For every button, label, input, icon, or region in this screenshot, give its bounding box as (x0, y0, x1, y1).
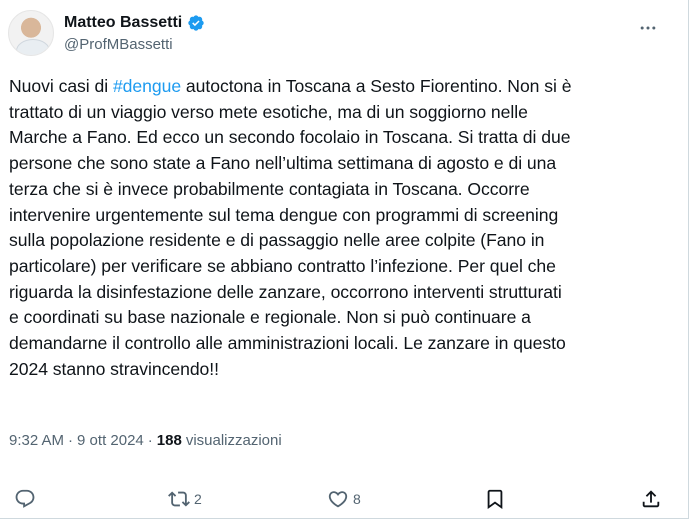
tweet-line: particolare) per verificare se abbiano c… (9, 255, 556, 276)
share-button[interactable] (640, 484, 662, 514)
tweet-line: 2024 stanno stravincendo!! (9, 358, 219, 379)
tweet-line: Marche a Fano. Ed ecco un secondo focola… (9, 127, 571, 148)
reply-icon (14, 488, 36, 510)
tweet-line: terza che si è invece probabilmente cont… (9, 178, 530, 199)
like-count: 8 (353, 491, 361, 507)
share-icon (640, 488, 662, 510)
tweet-time[interactable]: 9:32 AM (9, 431, 64, 451)
tweet-line: sulla popolazione residente e di passagg… (9, 230, 545, 251)
tweet-card: Matteo Bassetti @ProfMBassetti Nuovi cas… (0, 0, 689, 519)
tweet-line: e coordinati su base nazionale e regiona… (9, 307, 531, 328)
verified-badge-icon (187, 14, 205, 32)
tweet-line: persone che sono state a Fano nell’ultim… (9, 153, 557, 174)
views-label: visualizzazioni (185, 432, 282, 449)
retweet-count: 2 (194, 491, 202, 507)
action-bar: 2 8 (0, 484, 689, 514)
hashtag-link[interactable]: #dengue (113, 76, 181, 96)
tweet-text: Nuovi casi di #dengue autoctona in Tosca… (9, 74, 669, 382)
author-display-name[interactable]: Matteo Bassetti (64, 13, 182, 33)
tweet-date[interactable]: 9 ott 2024 (77, 431, 144, 451)
views-count: 188 (156, 432, 182, 449)
meta-separator: · (147, 432, 153, 449)
meta-separator: · (68, 432, 74, 449)
tweet-line: intervenire urgentemente sul tema dengue… (9, 204, 559, 225)
tweet-line: demandarne il controllo alle amministraz… (9, 333, 566, 354)
tweet-line: riguarda la disinfestazione delle zanzar… (9, 281, 562, 302)
like-icon (327, 488, 349, 510)
like-button[interactable]: 8 (327, 484, 361, 514)
tweet-line: trattato di un viaggio verso mete esotic… (9, 101, 528, 122)
retweet-button[interactable]: 2 (168, 484, 202, 514)
more-options-icon[interactable] (636, 16, 660, 40)
tweet-meta: 9:32 AM · 9 ott 2024 · 188 visualizzazio… (9, 431, 282, 451)
tweet-header: Matteo Bassetti @ProfMBassetti (8, 10, 688, 62)
retweet-icon (168, 488, 190, 510)
author-handle[interactable]: @ProfMBassetti (64, 36, 173, 54)
tweet-line: Nuovi casi di #dengue autoctona in Tosca… (9, 74, 669, 100)
tweet-line-text: autoctona in Toscana a Sesto Fiorentino.… (181, 76, 572, 96)
avatar[interactable] (8, 10, 54, 56)
bookmark-icon (484, 488, 506, 510)
tweet-line-text: Nuovi casi di (9, 76, 113, 96)
bookmark-button[interactable] (484, 484, 506, 514)
reply-button[interactable] (14, 484, 40, 514)
author-name-row: Matteo Bassetti (64, 13, 205, 33)
